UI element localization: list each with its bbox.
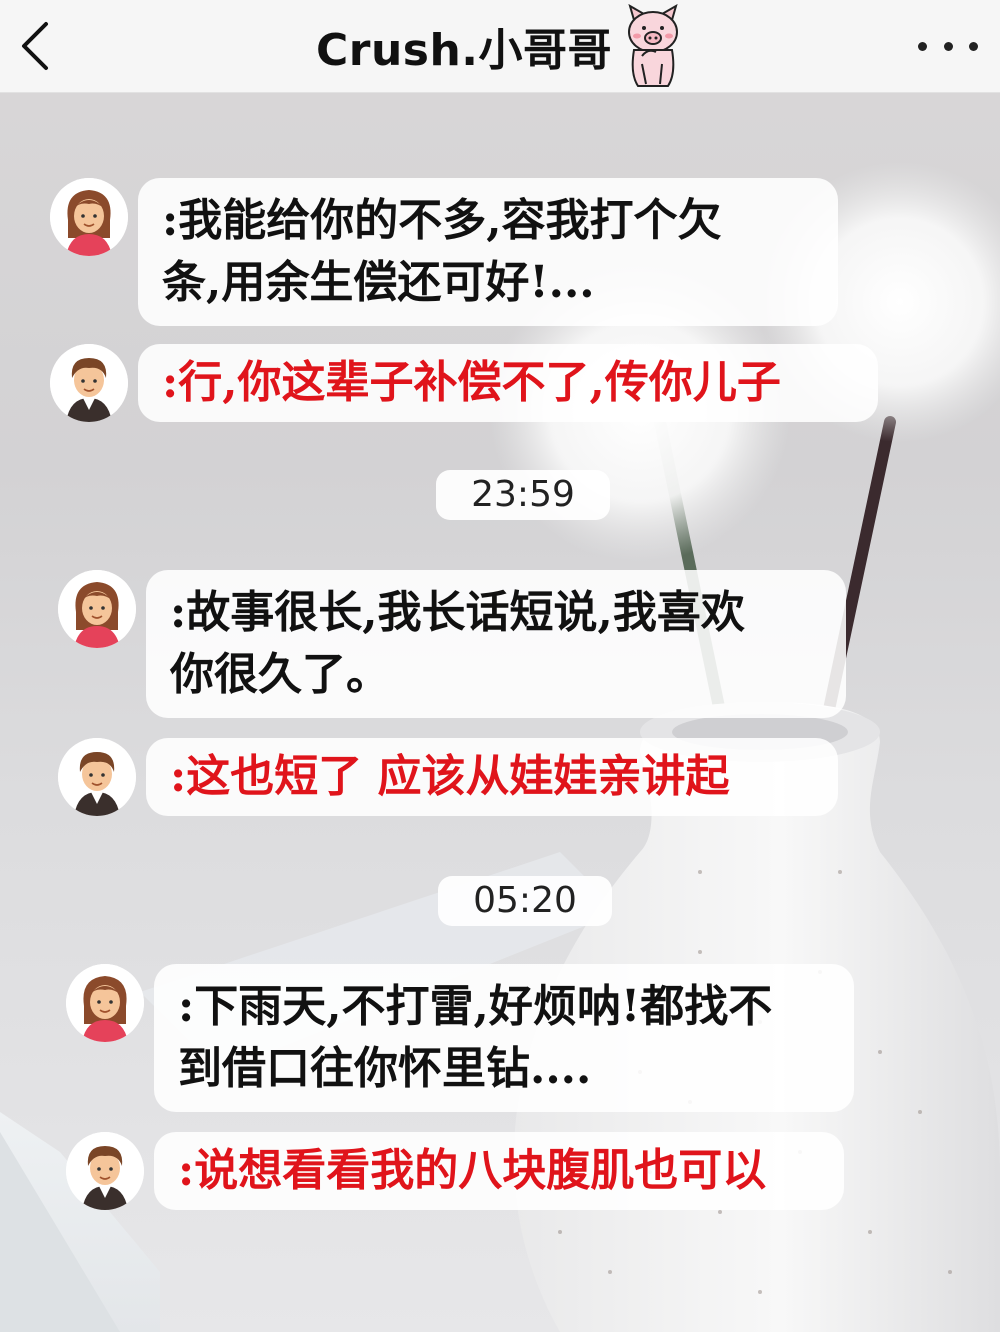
pig-sticker-icon <box>628 4 679 87</box>
message-text-line: :这也短了 应该从娃娃亲讲起 <box>170 751 730 802</box>
message-text-line: 条,用余生偿还可好!... <box>162 257 595 308</box>
ellipsis-icon-dot <box>918 41 927 51</box>
message-text-line: :行,你这辈子补偿不了,传你儿子 <box>162 357 781 408</box>
girl-avatar-icon[interactable] <box>66 964 144 1042</box>
ellipsis-icon-dot <box>969 41 978 51</box>
message-row: :这也短了 应该从娃娃亲讲起 <box>58 738 838 816</box>
message-bubble[interactable]: :这也短了 应该从娃娃亲讲起 <box>146 738 838 816</box>
girl-avatar-icon[interactable] <box>50 178 128 256</box>
message-row: :说想看看我的八块腹肌也可以 <box>66 1132 844 1210</box>
more-options-button[interactable] <box>918 28 978 64</box>
message-row: :我能给你的不多,容我打个欠 条,用余生偿还可好!... <box>50 178 838 326</box>
message-bubble[interactable]: :下雨天,不打雷,好烦呐!都找不 到借口往你怀里钻.... <box>154 964 854 1112</box>
boy-avatar-icon[interactable] <box>50 344 128 422</box>
message-text-line: :下雨天,不打雷,好烦呐!都找不 <box>178 981 773 1032</box>
message-bubble[interactable]: :故事很长,我长话短说,我喜欢 你很久了。 <box>146 570 846 718</box>
top-navigation-bar: Crush.小哥哥 <box>0 0 1000 93</box>
chat-title-area: Crush.小哥哥 <box>0 0 1000 92</box>
girl-avatar-icon[interactable] <box>58 570 136 648</box>
message-row: :行,你这辈子补偿不了,传你儿子 <box>50 344 878 422</box>
chat-screen: Crush.小哥哥:我能给你的不多,容我打个欠 条,用余生偿还可好!...:… <box>0 0 1000 1332</box>
message-text-line: 你很久了。 <box>170 649 390 700</box>
message-text-line: :说想看看我的八块腹肌也可以 <box>178 1145 767 1196</box>
chat-title: Crush.小哥哥 <box>315 25 613 76</box>
message-bubble[interactable]: :行,你这辈子补偿不了,传你儿子 <box>138 344 878 422</box>
message-text-line: 到借口往你怀里钻.... <box>178 1043 592 1094</box>
message-bubble[interactable]: :说想看看我的八块腹肌也可以 <box>154 1132 844 1210</box>
ellipsis-icon-dot <box>943 41 953 51</box>
boy-avatar-icon[interactable] <box>66 1132 144 1210</box>
message-row: :下雨天,不打雷,好烦呐!都找不 到借口往你怀里钻.... <box>66 964 854 1112</box>
message-text-line: :故事很长,我长话短说,我喜欢 <box>170 587 745 638</box>
message-text-line: :我能给你的不多,容我打个欠 <box>162 195 722 246</box>
message-row: :故事很长,我长话短说,我喜欢 你很久了。 <box>58 570 846 718</box>
timestamp-chip: 23:59 <box>436 470 610 520</box>
timestamp-chip: 05:20 <box>438 876 612 926</box>
message-bubble[interactable]: :我能给你的不多,容我打个欠 条,用余生偿还可好!... <box>138 178 838 326</box>
boy-avatar-icon[interactable] <box>58 738 136 816</box>
